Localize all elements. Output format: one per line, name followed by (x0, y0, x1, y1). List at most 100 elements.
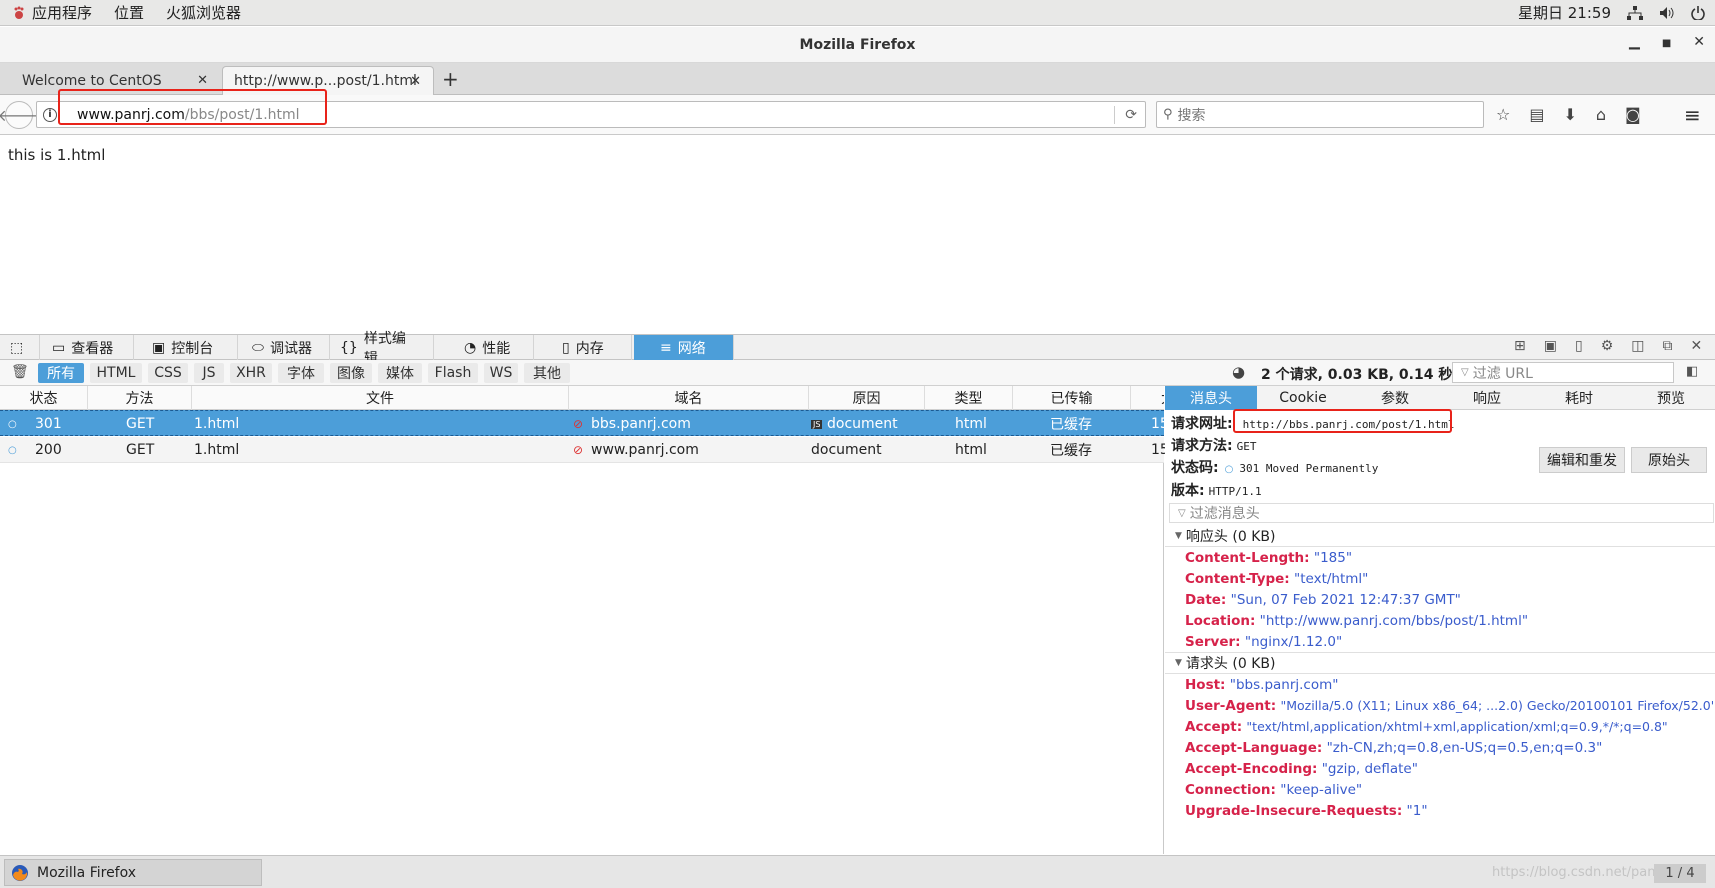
col-domain[interactable]: 域名 (569, 386, 809, 410)
minimize-icon[interactable]: ▁ (1629, 34, 1640, 54)
home-icon[interactable]: ⌂ (1596, 105, 1606, 124)
response-headers-section[interactable]: ▼ 响应头 (0 KB) (1165, 525, 1715, 547)
filter-xhr[interactable]: XHR (230, 363, 272, 383)
download-icon[interactable]: ⬇ (1563, 105, 1576, 124)
col-transferred[interactable]: 已传输 (1013, 386, 1131, 410)
tab-label: 耗时 (1565, 391, 1593, 407)
filter-css[interactable]: CSS (148, 363, 188, 383)
tab-timings[interactable]: 耗时 (1533, 386, 1625, 410)
table-row[interactable]: ○ 200 GET 1.html ⊘ www.panrj.com documen… (0, 437, 1169, 463)
status-dot-icon: ○ (1224, 464, 1234, 475)
col-type[interactable]: 类型 (925, 386, 1013, 410)
toggle-sidebar-icon[interactable]: ◧ (1686, 364, 1698, 379)
raw-headers-button[interactable]: 原始头 (1631, 447, 1707, 473)
filter-ws[interactable]: WS (484, 363, 518, 383)
close-devtools-icon[interactable]: ✕ (1690, 338, 1702, 354)
workspace-pager[interactable]: 1 / 4 (1654, 864, 1706, 883)
header-value: "http://www.panrj.com/bbs/post/1.html" (1259, 613, 1529, 629)
filter-flash[interactable]: Flash (428, 363, 478, 383)
filter-images[interactable]: 图像 (330, 363, 372, 383)
reload-icon[interactable]: ⟳ (1125, 107, 1137, 123)
tab-cookies[interactable]: Cookie (1257, 386, 1349, 410)
scratchpad-icon[interactable]: ▣ (1544, 338, 1557, 354)
hamburger-menu-icon[interactable]: ≡ (1684, 103, 1701, 127)
volume-icon[interactable] (1659, 6, 1675, 20)
filter-js[interactable]: JS (194, 363, 224, 383)
tab-params[interactable]: 参数 (1349, 386, 1441, 410)
col-label: 大 (1161, 388, 1164, 408)
col-cause[interactable]: 原因 (809, 386, 925, 410)
clock[interactable]: 星期日 21:59 (1518, 2, 1611, 23)
tab-style-editor[interactable]: {} 样式编辑... (334, 331, 434, 367)
col-method[interactable]: 方法 (88, 386, 192, 410)
header-row: User-Agent: "Mozilla/5.0 (X11; Linux x86… (1185, 698, 1713, 714)
gnome-top-bar: 应用程序 位置 火狐浏览器 星期日 21:59 (0, 0, 1715, 26)
col-size[interactable]: 大 (1131, 386, 1164, 410)
tab-memory[interactable]: ▯ 内存 (552, 335, 632, 360)
col-status[interactable]: 状态 (0, 386, 88, 410)
edit-and-resend-button[interactable]: 编辑和重发 (1539, 447, 1625, 473)
close-tab-icon[interactable]: ✕ (197, 73, 208, 88)
request-headers-section[interactable]: ▼ 请求头 (0 KB) (1165, 652, 1715, 674)
tab-headers[interactable]: 消息头 (1165, 386, 1257, 410)
tab-console[interactable]: ▣ 控制台 (142, 335, 238, 360)
tab-debugger[interactable]: ⬭ 调试器 (242, 335, 330, 360)
tab-network[interactable]: ≡ 网络 (634, 335, 734, 360)
col-file[interactable]: 文件 (192, 386, 569, 410)
applications-menu[interactable]: 应用程序 (12, 2, 92, 23)
filter-fonts[interactable]: 字体 (278, 363, 324, 383)
header-key: Server: (1185, 634, 1241, 650)
filter-other[interactable]: 其他 (524, 363, 570, 383)
pocket-icon[interactable]: ◙ (1625, 105, 1641, 124)
navigation-bar: 🡐 i www.panrj.com/bbs/post/1.html ⟳ ⚲ 搜索… (0, 89, 1715, 135)
clear-trash-icon[interactable]: 🗑 (11, 364, 29, 380)
close-icon[interactable]: ✕ (1693, 34, 1705, 54)
performance-analysis-icon[interactable]: ◕ (1232, 363, 1245, 381)
tab-inspector[interactable]: ▭ 查看器 (44, 335, 134, 360)
filter-media[interactable]: 媒体 (378, 363, 422, 383)
close-tab-icon[interactable]: ✕ (410, 74, 421, 89)
tab-label: 预览 (1657, 391, 1685, 407)
tab-preview[interactable]: 预览 (1625, 386, 1715, 410)
filter-label: Flash (434, 365, 472, 381)
header-value: "1" (1406, 803, 1428, 819)
new-tab-icon[interactable]: + (442, 67, 459, 91)
filter-label: 媒体 (386, 366, 414, 382)
network-icon[interactable] (1627, 5, 1643, 20)
tab-response[interactable]: 响应 (1441, 386, 1533, 410)
header-row: Connection: "keep-alive" (1185, 782, 1362, 798)
filter-html[interactable]: HTML (90, 363, 142, 383)
table-row[interactable]: ○ 301 GET 1.html ⊘ bbs.panrj.com JS docu… (0, 410, 1169, 436)
element-picker-icon[interactable]: ⬚ (0, 335, 40, 360)
separate-window-icon[interactable]: ⧉ (1662, 338, 1672, 354)
page-content: this is 1.html (0, 136, 1715, 334)
header-value: "keep-alive" (1280, 782, 1363, 798)
filter-label: JS (202, 365, 216, 381)
tab-performance[interactable]: ◔ 性能 (454, 335, 534, 360)
watermark: https://blog.csdn.net/panrj (1492, 865, 1665, 880)
places-menu[interactable]: 位置 (114, 2, 144, 23)
responsive-design-icon[interactable]: ⊞ (1514, 338, 1526, 354)
network-tab-icon: ≡ (660, 339, 672, 356)
power-icon[interactable] (1691, 5, 1705, 20)
dock-side-icon[interactable]: ◫ (1631, 338, 1644, 354)
site-info-icon[interactable]: i (43, 107, 57, 122)
taskbar-firefox-window[interactable]: Mozilla Firefox (4, 859, 262, 886)
filter-url-input[interactable]: ▽ 过滤 URL (1452, 362, 1674, 383)
header-key: Host: (1185, 677, 1226, 693)
back-button[interactable]: 🡐 (0, 101, 40, 129)
cell-transferred: 已缓存 (1050, 417, 1092, 433)
section-label: 请求头 (0 KB) (1185, 656, 1276, 672)
bookmark-star-icon[interactable]: ☆ (1496, 105, 1510, 124)
maximize-icon[interactable]: ■ (1662, 34, 1671, 54)
filter-label: CSS (154, 365, 182, 381)
search-bar[interactable]: ⚲ 搜索 (1156, 101, 1484, 128)
browser-menu[interactable]: 火狐浏览器 (166, 2, 241, 23)
filter-all[interactable]: 所有 (38, 363, 84, 383)
cell-cause: document (827, 416, 898, 432)
reading-list-icon[interactable]: ▤ (1529, 105, 1544, 124)
device-icon[interactable]: ▯ (1575, 338, 1583, 354)
filter-headers-input[interactable]: ▽ 过滤消息头 (1169, 503, 1714, 523)
request-url-label: 请求网址: (1171, 416, 1233, 432)
settings-gear-icon[interactable]: ⚙ (1601, 338, 1614, 354)
